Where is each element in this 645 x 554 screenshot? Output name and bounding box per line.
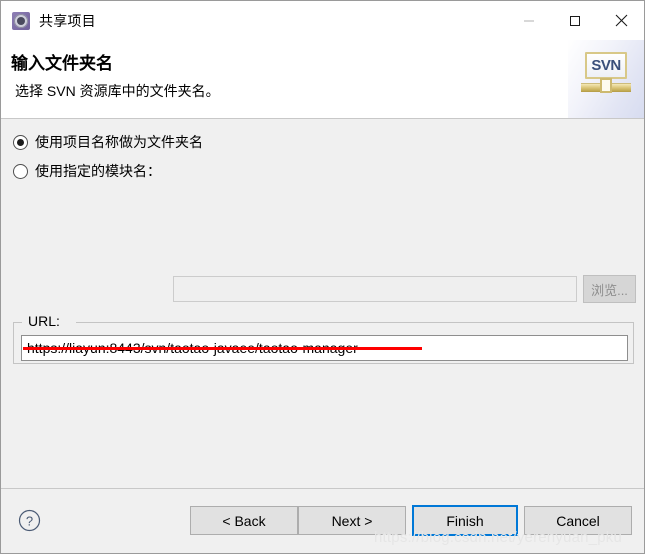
gear-icon — [11, 11, 31, 31]
radio-use-project-name[interactable]: 使用项目名称做为文件夹名 — [13, 132, 203, 152]
dialog-footer: ? < Back Next > Finish Cancel — [1, 488, 644, 553]
finish-button[interactable]: Finish — [412, 505, 518, 536]
svn-logo-icon: SVN — [581, 52, 631, 98]
window-controls — [506, 1, 644, 40]
help-icon[interactable]: ? — [18, 509, 41, 532]
minimize-icon[interactable] — [506, 1, 552, 40]
cancel-button[interactable]: Cancel — [524, 506, 632, 535]
radio-label-project-name: 使用项目名称做为文件夹名 — [35, 134, 203, 150]
page-description: 选择 SVN 资源库中的文件夹名。 — [15, 83, 220, 99]
module-name-input[interactable] — [173, 276, 577, 302]
window-title: 共享项目 — [39, 12, 96, 29]
browse-button[interactable]: 浏览... — [583, 275, 636, 303]
maximize-icon[interactable] — [552, 1, 598, 40]
share-project-dialog: 共享项目 输入文件夹名 选择 SVN 资源库中的文件夹名。 SVN 使用项目名称… — [0, 0, 645, 554]
url-annotation-underline — [23, 347, 422, 350]
radio-indicator-module-name[interactable] — [13, 163, 28, 179]
radio-label-module-name: 使用指定的模块名： — [35, 163, 161, 179]
page-title: 输入文件夹名 — [11, 54, 113, 73]
url-group-legend: URL: — [24, 313, 64, 329]
header-banner: SVN — [568, 40, 644, 118]
back-button[interactable]: < Back — [190, 506, 298, 535]
svn-logo-label: SVN — [591, 57, 621, 74]
title-bar: 共享项目 — [1, 1, 644, 40]
radio-indicator-project-name[interactable] — [13, 134, 28, 150]
close-icon[interactable] — [598, 1, 644, 40]
wizard-header: 输入文件夹名 选择 SVN 资源库中的文件夹名。 SVN — [1, 40, 644, 119]
dialog-content: 使用项目名称做为文件夹名 使用指定的模块名： 浏览... URL: https:… — [1, 119, 644, 488]
svg-text:?: ? — [26, 514, 33, 529]
radio-use-module-name[interactable]: 使用指定的模块名： — [13, 161, 161, 181]
next-button[interactable]: Next > — [298, 506, 406, 535]
